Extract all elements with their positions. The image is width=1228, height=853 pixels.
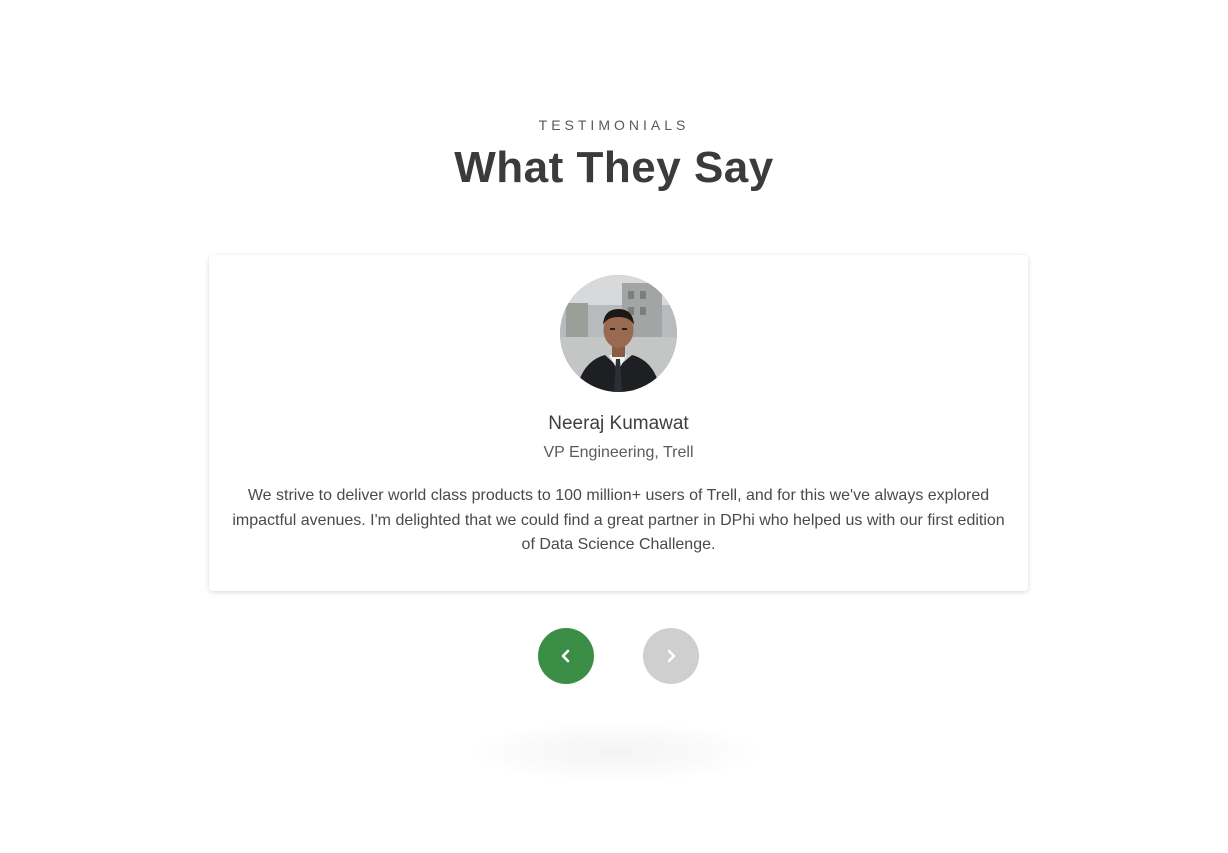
- person-photo-icon: [560, 275, 677, 392]
- previous-button[interactable]: [538, 628, 594, 684]
- testimonial-card: Neeraj Kumawat VP Engineering, Trell We …: [209, 255, 1028, 591]
- chevron-left-icon: [556, 646, 576, 666]
- testimonial-role: VP Engineering, Trell: [543, 444, 694, 461]
- testimonial-quote: We strive to deliver world class product…: [232, 487, 1005, 553]
- testimonial-name: Neeraj Kumawat: [548, 413, 689, 434]
- next-button[interactable]: [643, 628, 699, 684]
- avatar: [560, 275, 677, 392]
- section-title: What They Say: [454, 143, 774, 192]
- chevron-right-icon: [661, 646, 681, 666]
- section-eyebrow: TESTIMONIALS: [538, 117, 690, 133]
- decorative-shadow: [470, 722, 760, 782]
- testimonials-section: TESTIMONIALS What They Say Neeraj Kumawa…: [0, 0, 1228, 853]
